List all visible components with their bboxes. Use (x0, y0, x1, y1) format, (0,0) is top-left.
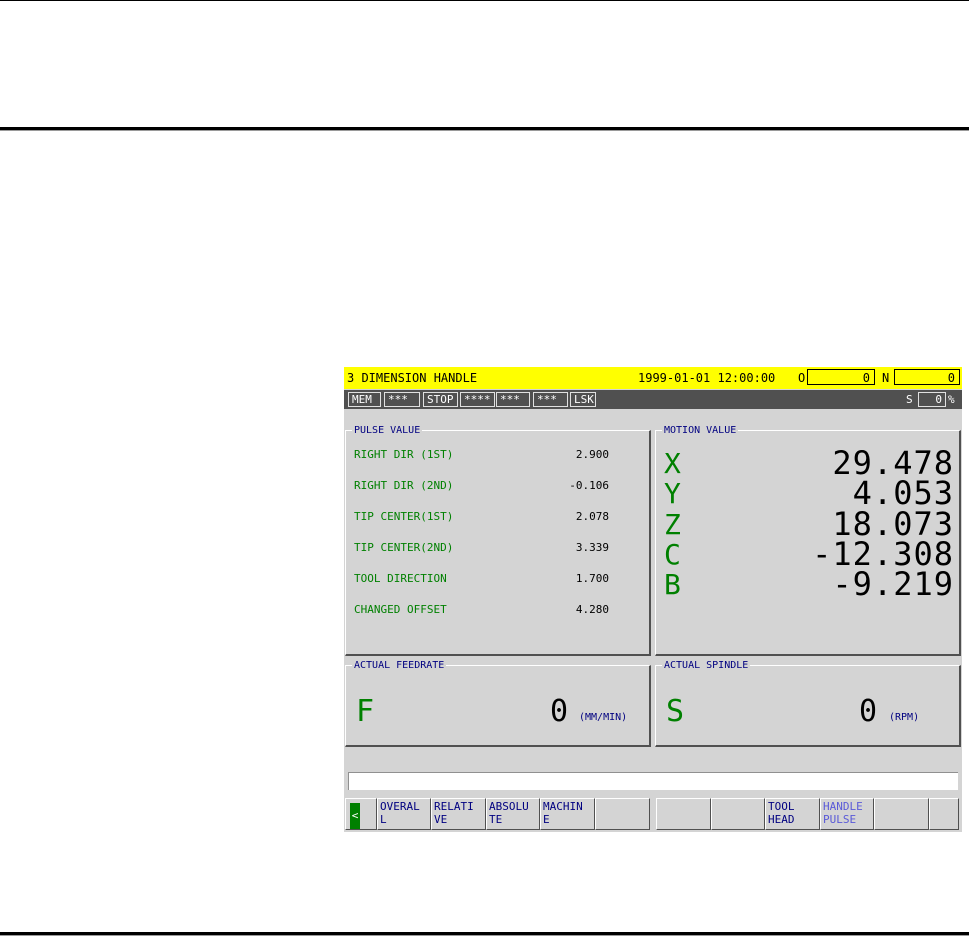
status-bar: MEM *** STOP **** *** *** LSK S 0 % (344, 390, 962, 409)
softkey-absolute[interactable]: ABSOLU TE (486, 798, 540, 830)
axis-letter: C (664, 538, 681, 571)
spindle-override-value: 0 (918, 392, 946, 407)
pulse-row-value: 3.339 (575, 541, 609, 554)
cnc-screen: 3 DIMENSION HANDLE 1999-01-01 12:00:00 O… (344, 367, 962, 832)
spindle-letter: S (666, 694, 685, 729)
datetime: 1999-01-01 12:00:00 (638, 371, 776, 385)
page-top-rule (0, 0, 969, 1)
pulse-row-label: RIGHT DIR (2ND) (354, 479, 454, 492)
feedrate-panel: ACTUAL FEEDRATE F 0 (MM/MIN) (345, 660, 651, 747)
softkey-handle-pulse[interactable]: HANDLE PULSE (820, 798, 874, 830)
pulse-row-label: CHANGED OFFSET (354, 603, 447, 616)
n-number-field: 0 (894, 369, 960, 385)
feedrate-letter: F (356, 694, 375, 729)
spindle-override-label: S (906, 393, 913, 406)
axis-value: -9.219 (832, 565, 954, 603)
pulse-value-panel: PULSE VALUE RIGHT DIR (1ST) 2.900 RIGHT … (345, 425, 651, 656)
key-input-line[interactable] (348, 772, 958, 790)
pulse-row-label: TOOL DIRECTION (354, 572, 447, 585)
o-number-field: 0 (807, 369, 875, 385)
feedrate-unit: (MM/MIN) (579, 712, 628, 723)
pulse-row-label: RIGHT DIR (1ST) (354, 448, 454, 461)
spindle-value: 0 (859, 694, 878, 729)
pulse-row-label: TIP CENTER(2ND) (354, 541, 454, 554)
status-lsk: LSK (570, 392, 596, 407)
softkey-blank-10[interactable] (874, 798, 929, 830)
pulse-row-value: 1.700 (575, 572, 609, 585)
status-run: STOP (423, 392, 458, 407)
status-mode: MEM (348, 392, 381, 407)
motion-value-title: MOTION VALUE (662, 425, 739, 437)
page-footer-rule (0, 932, 969, 936)
status-cell-6: *** (533, 392, 568, 407)
pulse-row-value: 2.078 (575, 510, 609, 523)
screen-title: 3 DIMENSION HANDLE (347, 371, 478, 385)
softkey-return[interactable]: < (345, 798, 377, 830)
softkey-next[interactable] (929, 798, 959, 830)
axis-letter: X (664, 447, 681, 480)
axis-letter: B (664, 568, 681, 601)
pulse-row-label: TIP CENTER(1ST) (354, 510, 454, 523)
soft-key-bar: < OVERAL L RELATI VE ABSOLU TE MACHIN E … (344, 796, 962, 832)
n-label: N (882, 371, 890, 385)
softkey-machine[interactable]: MACHIN E (540, 798, 595, 830)
title-bar: 3 DIMENSION HANDLE 1999-01-01 12:00:00 O… (344, 367, 962, 389)
spindle-panel: ACTUAL SPINDLE S 0 (RPM) (655, 660, 961, 747)
softkey-blank-6[interactable] (656, 798, 711, 830)
status-cell-5: *** (496, 392, 530, 407)
o-label: O (798, 371, 806, 385)
percent-sign: % (948, 393, 955, 406)
status-cell-2: *** (384, 392, 420, 407)
pulse-value-title: PULSE VALUE (352, 425, 423, 437)
feedrate-title: ACTUAL FEEDRATE (352, 660, 447, 672)
motion-value-panel: MOTION VALUE X 29.478 Y 4.053 Z 18.073 C… (655, 425, 961, 656)
softkey-tool-head[interactable]: TOOL HEAD (765, 798, 820, 830)
softkey-blank-7[interactable] (711, 798, 765, 830)
softkey-overall[interactable]: OVERAL L (377, 798, 431, 830)
axis-letter: Z (664, 508, 681, 541)
softkey-relative[interactable]: RELATI VE (431, 798, 486, 830)
pulse-row-value: 4.280 (575, 603, 609, 616)
softkey-blank-5[interactable] (595, 798, 650, 830)
axis-letter: Y (664, 477, 681, 510)
pulse-row-value: -0.106 (569, 479, 609, 492)
feedrate-value: 0 (550, 694, 569, 729)
pulse-row-value: 2.900 (575, 448, 609, 461)
status-cell-4: **** (460, 392, 495, 407)
axis-row-b: B -9.219 (664, 565, 954, 603)
page-header-rule (0, 127, 969, 131)
return-arrow-icon: < (350, 803, 360, 829)
spindle-unit: (RPM) (889, 712, 920, 723)
spindle-title: ACTUAL SPINDLE (662, 660, 751, 672)
